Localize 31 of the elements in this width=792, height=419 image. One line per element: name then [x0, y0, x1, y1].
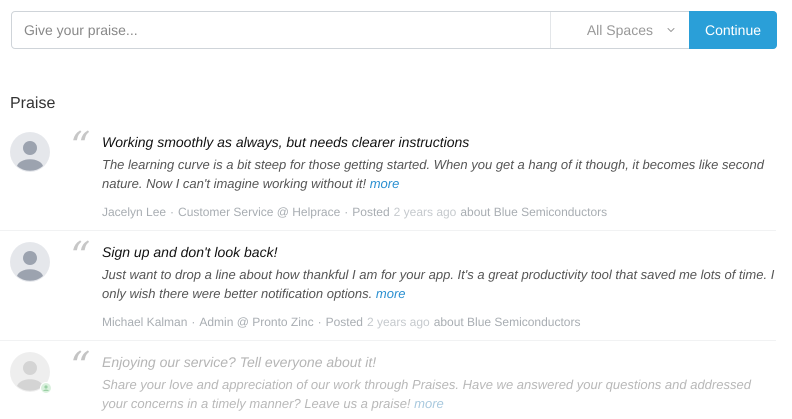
continue-button[interactable]: Continue: [689, 11, 777, 49]
quote-mark: “: [70, 132, 92, 156]
quote-mark: “: [70, 352, 92, 376]
praise-composer[interactable]: Give your praise... All Spaces Continue: [11, 11, 777, 49]
more-link[interactable]: more: [414, 396, 444, 411]
posted-time: 2 years ago: [366, 314, 430, 330]
more-link[interactable]: more: [376, 286, 406, 301]
praise-body: Share your love and appreciation of our work through Praises. Have we answered your questions and addressed your concerns in a timely manner? Leave us a praise! more: [102, 376, 752, 413]
praise-title: Sign up and don't look back!: [102, 243, 278, 262]
author-name: Michael Kalman: [102, 314, 188, 330]
section-title: Praise: [10, 94, 56, 114]
separator-dot: ·: [318, 314, 322, 330]
about-topic: about Blue Semiconductors: [434, 314, 580, 330]
separator-dot: ·: [344, 204, 348, 220]
posted-label: Posted: [352, 204, 390, 220]
author-name: Jacelyn Lee: [102, 204, 166, 220]
avatar-icon: [10, 352, 50, 392]
posted-label: Posted: [326, 314, 363, 330]
praise-body: The learning curve is a bit steep for those getting started. When you get a hang of it though, it becomes like second nature. Now I can't imagine working without it! more: [102, 156, 766, 193]
praise-input-field[interactable]: Give your praise...: [12, 12, 550, 48]
praise-title: Enjoying our service? Tell everyone about it!: [102, 353, 378, 372]
posted-time: 2 years ago: [394, 204, 456, 220]
author-role: Customer Service @ Helprace: [178, 204, 340, 220]
praise-title: Working smoothly as always, but needs clearer instructions: [102, 133, 470, 152]
praise-body: Just want to drop a line about how thankful I am for your app. It's a great productivity tool that saved me lots of time. I only wish there were better notification options. more: [102, 266, 776, 303]
author-role: Admin @ Pronto Zinc: [199, 314, 314, 330]
quote-mark: “: [70, 242, 92, 266]
separator-dot: ·: [191, 314, 196, 330]
about-topic: about Blue Semiconductors: [460, 204, 608, 220]
more-link[interactable]: more: [370, 176, 400, 191]
separator-dot: ·: [170, 204, 174, 220]
